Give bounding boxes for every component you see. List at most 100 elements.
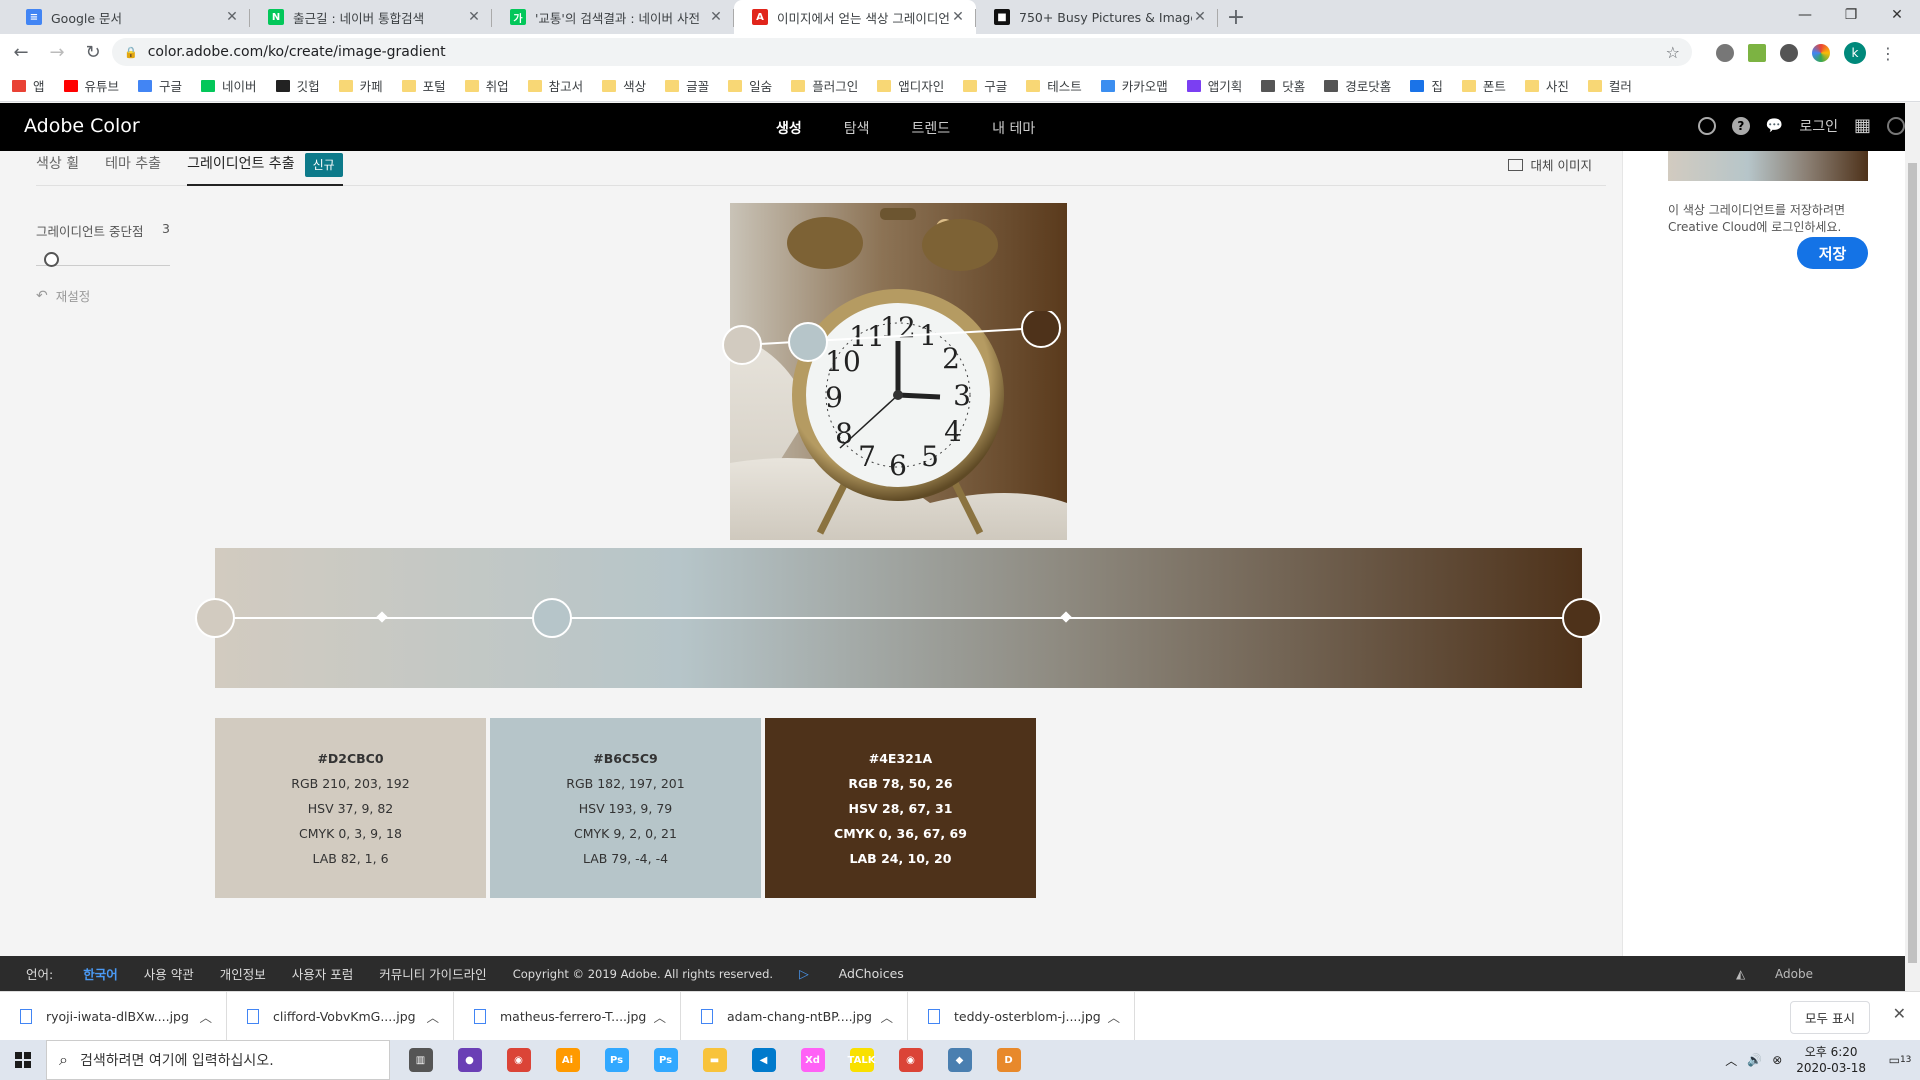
sample-point-2[interactable]: [788, 322, 828, 362]
download-options-icon[interactable]: ︿: [653, 1007, 666, 1026]
show-all-downloads-button[interactable]: 모두 표시: [1790, 1001, 1870, 1034]
bookmark-item[interactable]: 앱기획: [1186, 76, 1242, 95]
adobe-brand[interactable]: ◭ Adobe: [1736, 967, 1839, 981]
scrollbar-thumb[interactable]: [1908, 163, 1917, 963]
close-tab-icon[interactable]: ✕: [950, 9, 966, 25]
notification-center[interactable]: ▭ 13: [1880, 1053, 1920, 1067]
close-tab-icon[interactable]: ✕: [224, 9, 240, 25]
creative-cloud-icon[interactable]: [1887, 116, 1905, 135]
download-item[interactable]: adam-chang-ntBP....jpg ︿: [681, 991, 908, 1041]
reset-button[interactable]: ↶ 재설정: [36, 286, 170, 305]
reload-icon[interactable]: ↻: [78, 42, 108, 63]
taskbar-search-input[interactable]: ⌕ 검색하려면 여기에 입력하십시오.: [46, 1040, 390, 1080]
url-input[interactable]: 🔒 color.adobe.com/ko/create/image-gradie…: [112, 38, 1692, 66]
start-button[interactable]: [0, 1040, 46, 1080]
volume-icon[interactable]: 🔊: [1747, 1053, 1762, 1067]
bookmark-item[interactable]: 카페: [338, 76, 383, 95]
adobe-color-logo[interactable]: Adobe Color: [24, 115, 140, 137]
bookmark-item[interactable]: 참고서: [527, 76, 583, 95]
taskbar-app[interactable]: Xd: [788, 1040, 837, 1080]
tray-chevron-icon[interactable]: ︿: [1725, 1052, 1737, 1069]
taskbar-app[interactable]: ◆: [935, 1040, 984, 1080]
bookmark-item[interactable]: 포털: [401, 76, 446, 95]
taskbar-app[interactable]: ◉: [494, 1040, 543, 1080]
bookmark-item[interactable]: 색상: [602, 76, 646, 95]
tab-extract-theme[interactable]: 테마 추출: [105, 151, 161, 186]
extension-icon[interactable]: [1780, 44, 1798, 62]
page-scrollbar[interactable]: [1905, 103, 1920, 991]
slider-thumb[interactable]: [44, 252, 59, 267]
bookmark-item[interactable]: 일숨: [728, 76, 772, 95]
download-item[interactable]: ryoji-iwata-dlBXw....jpg ︿: [0, 991, 227, 1041]
replace-image-button[interactable]: 대체 이미지: [1507, 155, 1592, 174]
browser-tab[interactable]: ≡ Google 문서 ✕: [8, 0, 250, 34]
bookmark-item[interactable]: 집: [1410, 76, 1443, 95]
taskbar-app[interactable]: TALK: [837, 1040, 886, 1080]
nav-item[interactable]: 생성: [776, 118, 802, 138]
login-link[interactable]: 로그인: [1799, 116, 1838, 136]
source-image[interactable]: 12 1 2 345 678 9 10 11: [730, 203, 1067, 540]
extension-icon[interactable]: [1716, 44, 1734, 62]
download-options-icon[interactable]: ︿: [1107, 1007, 1120, 1026]
close-tab-icon[interactable]: ✕: [466, 9, 482, 25]
browser-menu-icon[interactable]: ⋮: [1880, 44, 1896, 63]
help-icon[interactable]: ?: [1731, 116, 1750, 135]
save-button[interactable]: 저장: [1797, 237, 1868, 269]
clock[interactable]: 오후 6:20 2020-03-18: [1796, 1044, 1866, 1076]
bookmark-item[interactable]: 사진: [1524, 76, 1569, 95]
new-tab-button[interactable]: +: [1218, 0, 1254, 34]
bookmark-item[interactable]: 유튜브: [63, 76, 119, 95]
color-swatch[interactable]: #B6C5C9 RGB 182, 197, 201 HSV 193, 9, 79 CM…: [490, 718, 761, 898]
bookmark-item[interactable]: 깃헙: [275, 76, 320, 95]
color-swatch[interactable]: #D2CBC0 RGB 210, 203, 192 HSV 37, 9, 82 CMY…: [215, 718, 486, 898]
browser-tab[interactable]: ■ 750+ Busy Pictures & Images [HD]✕: [976, 0, 1218, 34]
footer-link-terms[interactable]: 사용 약관: [144, 964, 194, 983]
bookmark-item[interactable]: 경로닷홈: [1324, 76, 1391, 95]
restore-icon[interactable]: ❐: [1828, 0, 1874, 30]
download-options-icon[interactable]: ︿: [880, 1007, 893, 1026]
taskbar-app[interactable]: ◉: [886, 1040, 935, 1080]
close-window-icon[interactable]: ✕: [1874, 0, 1920, 30]
bookmark-item[interactable]: 닷홈: [1261, 76, 1305, 95]
sample-point-1[interactable]: [722, 325, 762, 365]
tab-color-wheel[interactable]: 색상 휠: [36, 151, 79, 186]
bookmark-item[interactable]: 플러그인: [791, 76, 858, 95]
taskbar-app[interactable]: D: [984, 1040, 1033, 1080]
extension-icon[interactable]: [1748, 44, 1766, 62]
bookmark-item[interactable]: 카카오맵: [1100, 76, 1168, 95]
close-tab-icon[interactable]: ✕: [708, 9, 724, 25]
bookmark-item[interactable]: 테스트: [1026, 76, 1082, 95]
nav-item[interactable]: 트렌드: [912, 118, 951, 138]
sample-point-3[interactable]: [1021, 311, 1061, 348]
taskbar-app[interactable]: Ps: [641, 1040, 690, 1080]
tab-extract-gradient[interactable]: 그레이디언트 추출 신규: [187, 151, 343, 186]
download-item[interactable]: matheus-ferrero-T....jpg ︿: [454, 991, 681, 1041]
app-grid-icon[interactable]: ▦: [1854, 115, 1871, 136]
browser-tab[interactable]: A 이미지에서 얻는 색상 그레이디언트 ✕: [734, 0, 976, 34]
taskbar-app[interactable]: ●: [445, 1040, 494, 1080]
taskbar-app[interactable]: Ai: [543, 1040, 592, 1080]
profile-avatar[interactable]: k: [1844, 42, 1866, 64]
taskbar-app[interactable]: ▬: [690, 1040, 739, 1080]
color-blind-icon[interactable]: [1697, 116, 1716, 135]
adchoices-link[interactable]: ▷ AdChoices: [799, 966, 930, 981]
download-item[interactable]: clifford-VobvKmG....jpg ︿: [227, 991, 454, 1041]
bookmark-item[interactable]: 취업: [464, 76, 509, 95]
close-downloads-icon[interactable]: ✕: [1893, 1004, 1906, 1023]
close-tab-icon[interactable]: ✕: [1192, 9, 1208, 25]
footer-link-forum[interactable]: 사용자 포럼: [292, 964, 353, 983]
forward-icon[interactable]: →: [42, 42, 72, 63]
bookmark-item[interactable]: 글꼴: [665, 76, 709, 95]
bookmark-item[interactable]: 네이버: [201, 76, 257, 95]
color-swatch[interactable]: #4E321A RGB 78, 50, 26 HSV 28, 67, 31 CMYK …: [765, 718, 1036, 898]
bookmark-item[interactable]: 앱: [12, 76, 45, 95]
bookmark-item[interactable]: 폰트: [1461, 76, 1506, 95]
color-picker-extension-icon[interactable]: [1812, 44, 1830, 62]
bookmark-item[interactable]: 앱디자인: [877, 76, 944, 95]
gradient-stops-slider[interactable]: [36, 252, 170, 267]
bookmark-item[interactable]: 구글: [963, 76, 1007, 95]
chat-icon[interactable]: 💬: [1766, 118, 1783, 134]
taskbar-app[interactable]: Ps: [592, 1040, 641, 1080]
bookmark-star-icon[interactable]: ☆: [1666, 43, 1680, 62]
network-icon[interactable]: ⊗: [1772, 1053, 1782, 1067]
